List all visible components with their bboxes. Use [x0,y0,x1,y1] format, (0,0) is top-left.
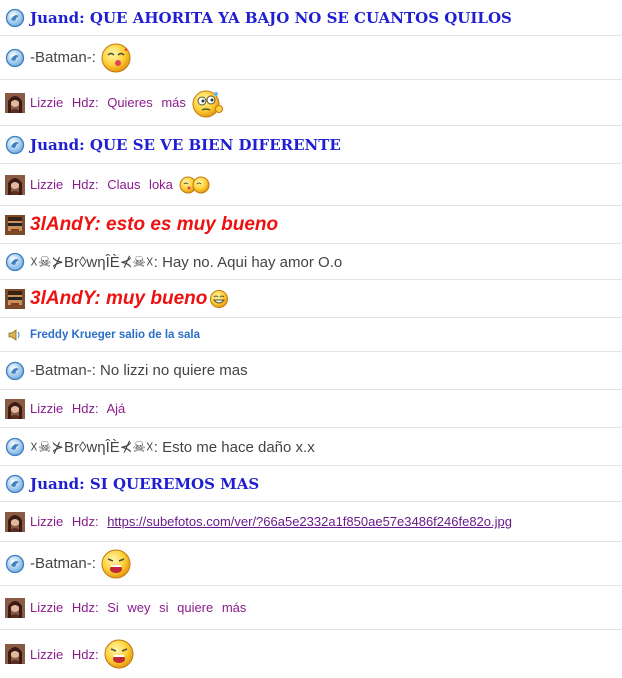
username[interactable]: -Batman- [30,555,92,572]
username[interactable]: Juand [30,475,79,493]
chat-message: 3lAndY: esto es muy bueno [0,206,622,244]
username[interactable]: ☓☠⊁Br◊wηÎÈ⊀☠☓ [30,254,154,271]
chat-message: Lizzie Hdz: Claus loka [0,164,622,206]
chat-message: Lizzie Hdz: Si wey si quiere más [0,586,622,630]
message-text: QUE SE VE BIEN DIFERENTE [89,135,341,154]
system-message: Freddy Krueger salio de la sala [0,318,622,352]
message-text: Si wey si quiere más [107,600,247,615]
message-link[interactable]: https://subefotos.com/ver/?66a5e2332a1f8… [107,514,512,529]
username[interactable]: Lizzie Hdz [30,95,95,110]
username[interactable]: -Batman- [30,362,92,379]
chat-message: -Batman-: [0,36,622,80]
username[interactable]: Lizzie Hdz [30,647,95,662]
message-text: esto es muy bueno [106,213,279,235]
chat-message: 3lAndY: muy bueno [0,280,622,318]
message-text: Quieres más [107,95,186,110]
user-photo-avatar [5,511,25,532]
chat-message: Juand: QUE SE VE BIEN DIFERENTE [0,126,622,164]
speaker-icon [5,325,25,345]
dolphin-avatar-icon [5,135,25,155]
laugh-emoticon-icon [209,289,229,309]
username[interactable]: Juand [30,9,79,27]
dolphin-avatar-icon [5,8,25,28]
system-text: Freddy Krueger salio de la sala [30,328,201,341]
user-photo-avatar [5,644,25,664]
chat-message: -Batman-: No lizzi no quiere mas [0,352,622,390]
crying-emoticon-icon [103,638,135,670]
chat-message: Lizzie Hdz: [0,630,622,678]
kiss-emoticon-icon [100,42,132,74]
dolphin-avatar-icon [5,437,25,457]
crying-emoticon-icon [100,548,132,580]
user-photo-avatar [5,398,25,419]
chat-message: Lizzie Hdz: Ajá [0,390,622,428]
user-photo-avatar [5,174,25,195]
message-text: Esto me hace daño x.x [162,438,315,456]
chat-message: Juand: QUE AHORITA YA BAJO NO SE CUANTOS… [0,0,622,36]
message-text: QUE AHORITA YA BAJO NO SE CUANTOS QUILOS [89,8,512,27]
username[interactable]: Lizzie Hdz [30,401,95,416]
thinking-emoticon-icon [190,87,224,119]
username[interactable]: 3lAndY [30,214,94,235]
username[interactable]: Juand [30,136,79,154]
user-photo-avatar [5,597,25,618]
username[interactable]: Lizzie Hdz [30,177,95,192]
message-text: Claus loka [107,177,173,192]
message-text: muy bueno [106,287,208,309]
chat-message: Juand: SI QUEREMOS MAS [0,466,622,502]
username[interactable]: 3lAndY [30,288,94,309]
username[interactable]: Lizzie Hdz [30,600,95,615]
message-text: SI QUEREMOS MAS [89,474,260,493]
hug-emoticon-icon [177,175,211,195]
chat-message: Lizzie Hdz: Quieres más [0,80,622,126]
chat-message: -Batman-: [0,542,622,586]
username[interactable]: Lizzie Hdz [30,514,95,529]
dolphin-avatar-icon [5,48,25,68]
username[interactable]: -Batman- [30,49,92,66]
user-photo-avatar [5,92,25,113]
dolphin-avatar-icon [5,474,25,494]
message-text: No lizzi no quiere mas [100,362,248,379]
chat-message: ☓☠⊁Br◊wηÎÈ⊀☠☓: Esto me hace daño x.x [0,428,622,466]
dolphin-avatar-icon [5,554,25,574]
message-text: Hay no. Aqui hay amor O.o [162,253,343,271]
dolphin-avatar-icon [5,252,25,272]
chat-message: ☓☠⊁Br◊wηÎÈ⊀☠☓: Hay no. Aqui hay amor O.o [0,244,622,280]
username[interactable]: ☓☠⊁Br◊wηÎÈ⊀☠☓ [30,439,154,456]
dolphin-avatar-icon [5,361,25,381]
chat-message: Lizzie Hdz: https://subefotos.com/ver/?6… [0,502,622,542]
message-text: Ajá [106,401,126,416]
user-photo-avatar [5,214,25,235]
user-photo-avatar [5,288,25,309]
